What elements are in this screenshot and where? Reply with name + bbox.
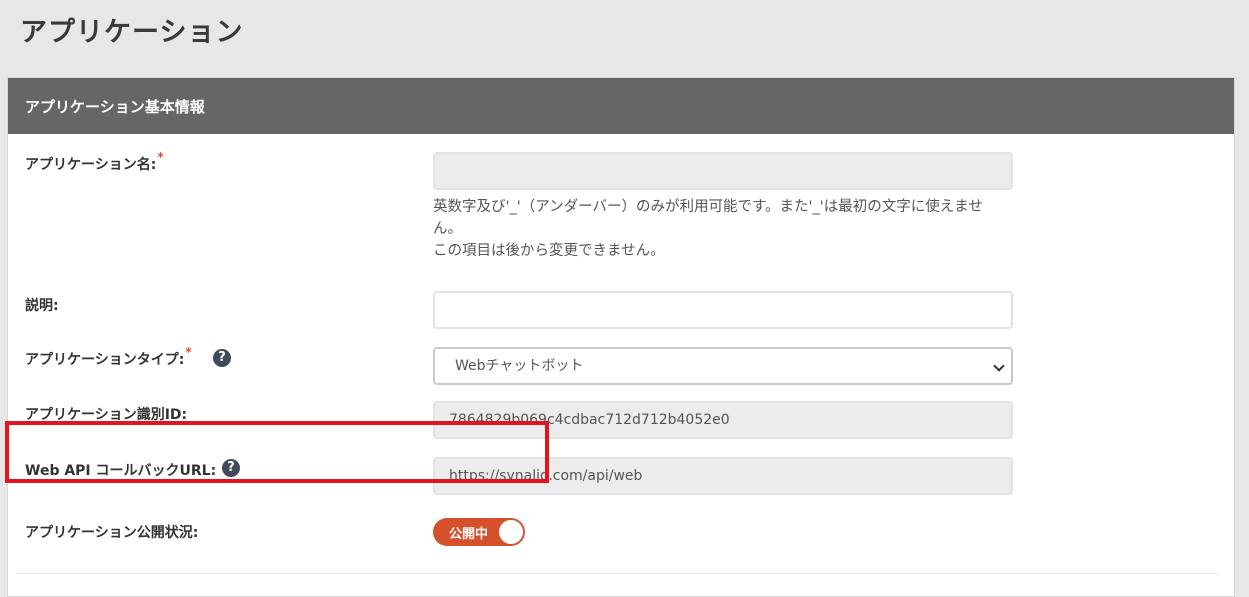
app-name-help-line2: この項目は後から変更できません。 (433, 243, 665, 259)
app-name-help: 英数字及び'_'（アンダーバー）のみが利用可能です。また'_'は最初の文字に使え… (433, 196, 1008, 262)
app-name-label-text: アプリケーション名: (25, 157, 157, 173)
highlight-box (5, 421, 549, 483)
app-type-label: アプリケーションタイプ:* (25, 345, 192, 369)
app-type-select[interactable]: Webチャットボット (433, 347, 1013, 385)
publish-status-toggle[interactable]: 公開中 (433, 518, 525, 546)
app-name-help-line1: 英数字及び'_'（アンダーバー）のみが利用可能です。また'_'は最初の文字に使え… (433, 199, 983, 237)
description-field[interactable] (433, 291, 1013, 329)
app-name-label: アプリケーション名:* (25, 150, 164, 174)
app-name-field[interactable] (433, 152, 1013, 190)
panel-header: アプリケーション基本情報 (8, 78, 1234, 134)
question-circle-icon[interactable]: ? (213, 349, 231, 367)
chevron-down-icon (993, 360, 1005, 372)
toggle-label: 公開中 (449, 527, 489, 542)
app-type-selected: Webチャットボット (455, 358, 584, 374)
publish-status-label: アプリケーション公開状況: (25, 525, 199, 541)
app-basic-info-panel: アプリケーション基本情報 アプリケーション名:* 英数字及び'_'（アンダーバー… (7, 77, 1235, 597)
page-title: アプリケーション (20, 17, 244, 48)
app-type-label-text: アプリケーションタイプ: (25, 352, 185, 368)
divider (18, 573, 1218, 574)
toggle-knob (499, 520, 523, 544)
description-label: 説明: (25, 298, 59, 314)
required-mark: * (157, 150, 164, 164)
required-mark: * (185, 345, 192, 359)
